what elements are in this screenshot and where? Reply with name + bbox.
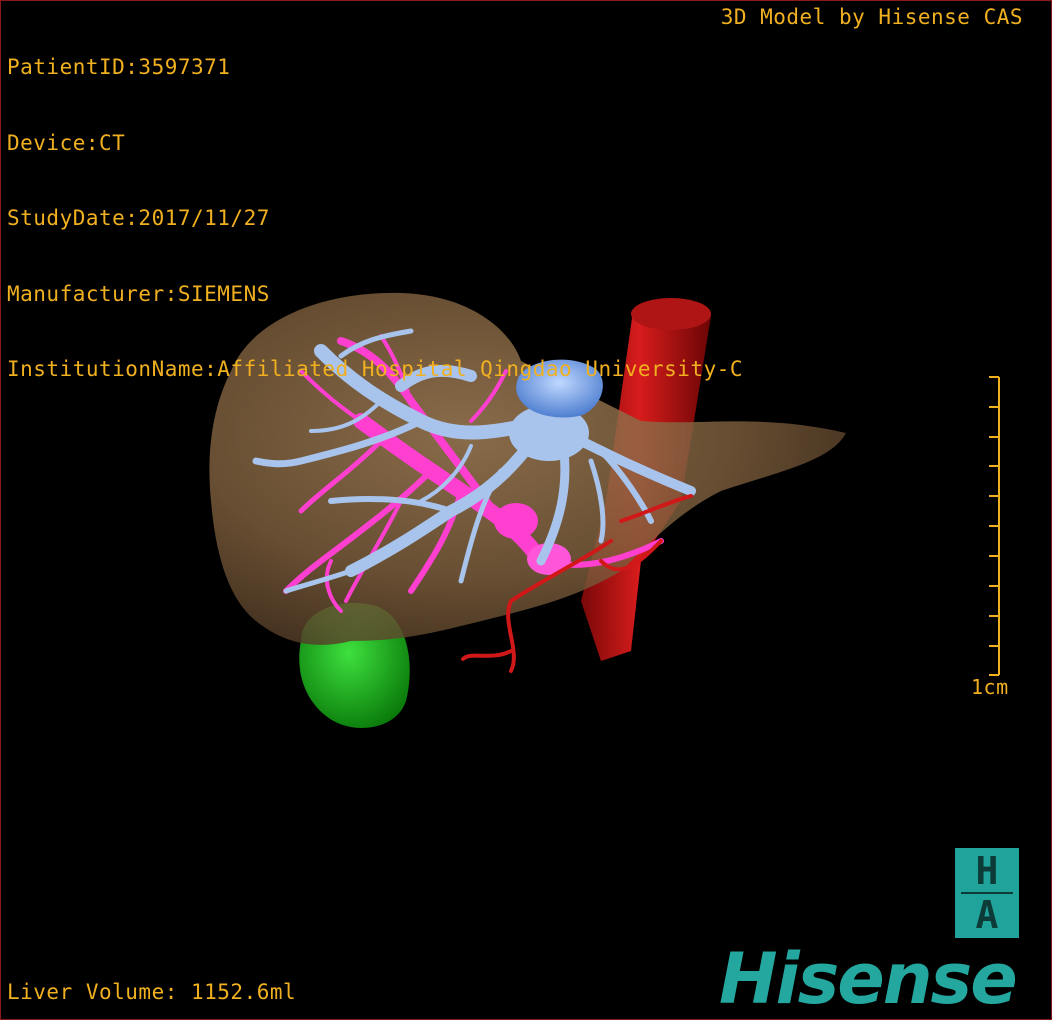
ha-logo: H A — [955, 848, 1019, 938]
hisense-logo: Hisense — [719, 938, 1018, 1020]
model-credit: 3D Model by Hisense CAS — [720, 5, 1023, 29]
ha-logo-h: H — [975, 849, 999, 893]
scale-label: 1cm — [971, 675, 1009, 699]
scale-bar — [989, 376, 1000, 676]
viewport-3d[interactable]: PatientID:3597371 Device:CT StudyDate:20… — [0, 0, 1052, 1020]
ha-logo-a: A — [975, 893, 999, 937]
manufacturer: Manufacturer:SIEMENS — [7, 281, 270, 306]
study-date: StudyDate:2017/11/27 — [7, 206, 270, 230]
device: Device:CT — [7, 130, 126, 155]
dicom-info: PatientID:3597371 Device:CT StudyDate:20… — [7, 5, 743, 433]
patient-id: PatientID:3597371 — [7, 55, 231, 79]
institution-name: InstitutionName:Affiliated Hospital Qing… — [7, 357, 744, 381]
liver-volume: Liver Volume: 1152.6ml — [7, 980, 297, 1004]
